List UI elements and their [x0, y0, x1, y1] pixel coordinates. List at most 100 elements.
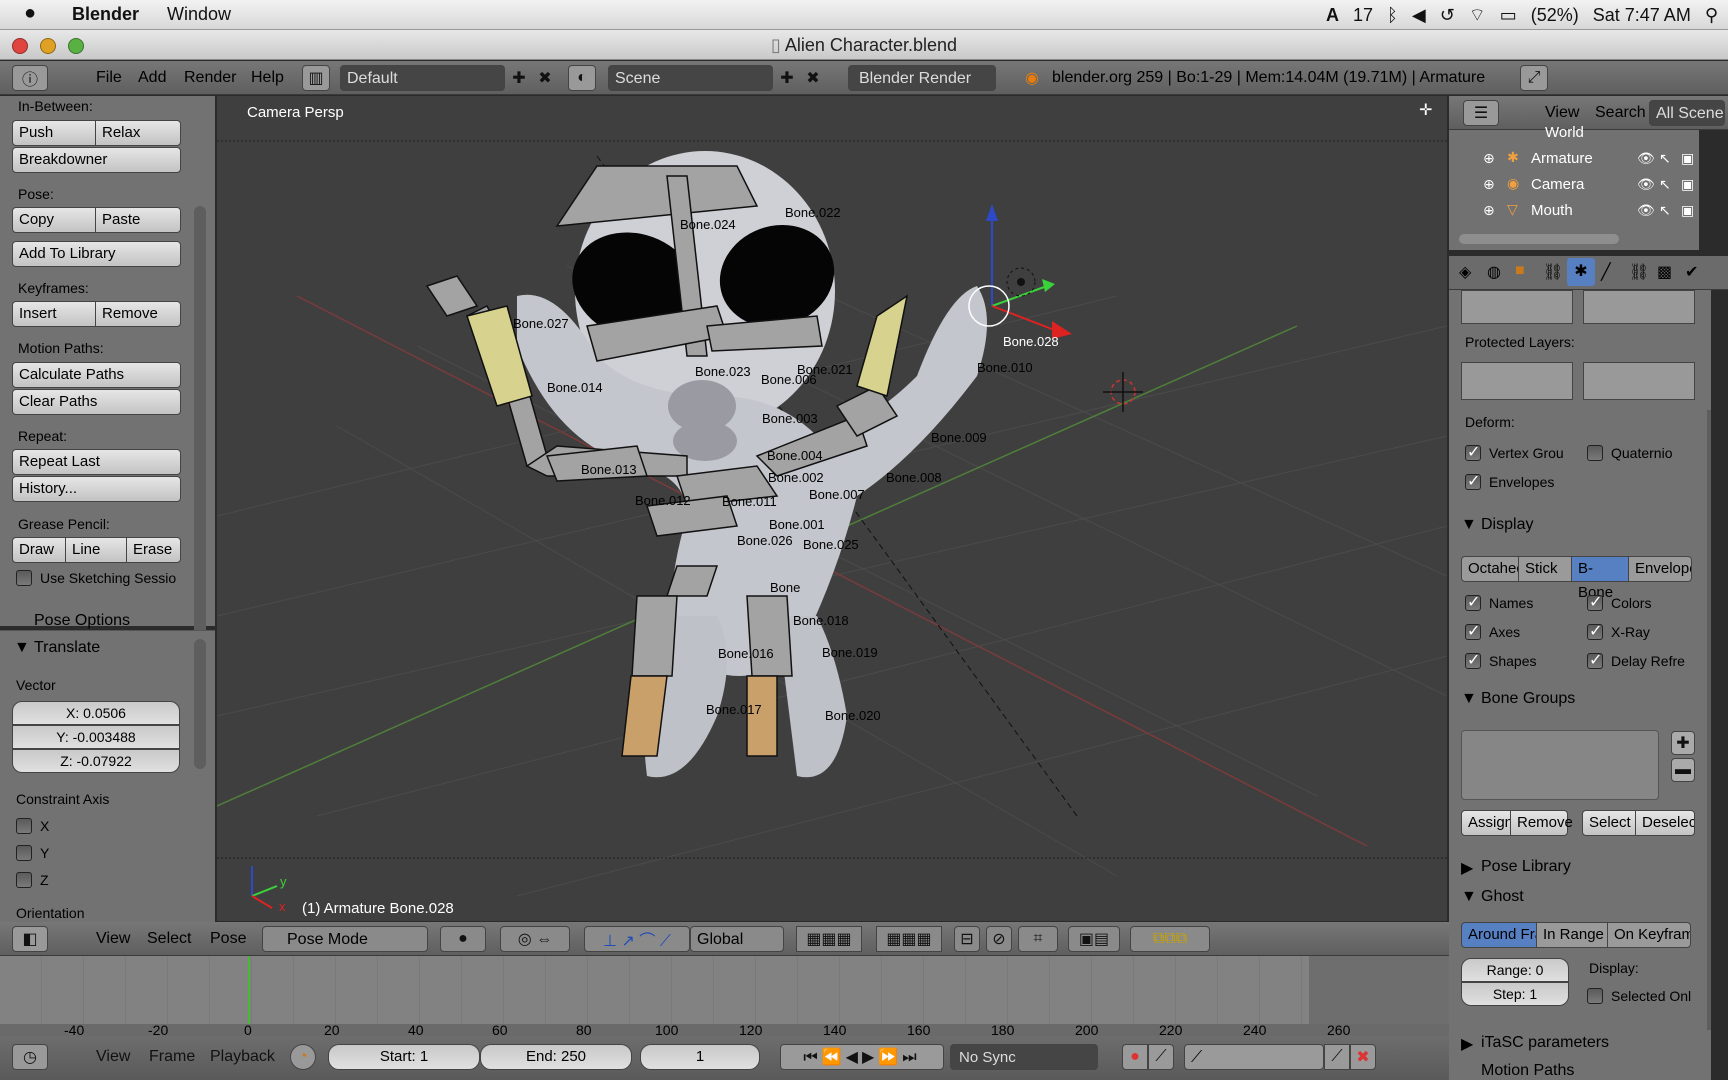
outliner-hscroll[interactable]: [1459, 234, 1619, 244]
sync-select[interactable]: No Sync: [950, 1044, 1098, 1070]
tab-armature-icon[interactable]: ✱: [1567, 258, 1595, 286]
viewport-plus-icon[interactable]: ✛: [1419, 100, 1432, 120]
outliner-editor-icon[interactable]: ☰: [1463, 100, 1499, 126]
names-checkbox[interactable]: [1465, 592, 1481, 612]
time-machine-icon[interactable]: ↺: [1440, 5, 1455, 26]
timeline[interactable]: -40 -20 0 20 40 60 80 100 120 140 160 18…: [0, 956, 1449, 1042]
visibility-icon[interactable]: 👁: [1637, 202, 1655, 219]
tab-physics-icon[interactable]: ✔: [1685, 262, 1698, 282]
ghost-range-field[interactable]: Range: 0: [1461, 958, 1569, 982]
clear-paths-button[interactable]: Clear Paths: [12, 389, 181, 415]
start-frame-field[interactable]: Start: 1: [328, 1044, 480, 1070]
remove-bone-group-icon[interactable]: ▬: [1671, 758, 1695, 782]
properties-scrollbar[interactable]: [1707, 410, 1711, 1030]
itasc-title[interactable]: iTaSC parameters: [1481, 1034, 1609, 1052]
deselect-button[interactable]: Deselec: [1635, 810, 1695, 836]
battery-icon[interactable]: ▭: [1500, 5, 1517, 26]
timeline-editor-icon[interactable]: ◷: [12, 1044, 48, 1070]
render-icon[interactable]: ▣: [1681, 150, 1694, 167]
add-to-library-button[interactable]: Add To Library: [12, 241, 181, 267]
layers-icon[interactable]: ▦▦▦: [796, 926, 862, 952]
outliner-item-camera[interactable]: Camera: [1531, 176, 1584, 193]
current-frame-field[interactable]: 1: [640, 1044, 760, 1070]
delay-refresh-checkbox[interactable]: [1587, 650, 1603, 670]
grease-erase-button[interactable]: Erase: [126, 537, 181, 563]
outliner-item-mouth[interactable]: Mouth: [1531, 202, 1573, 219]
layout-field[interactable]: Default: [340, 65, 505, 91]
display-envelope-button[interactable]: Envelope: [1628, 556, 1692, 582]
adobe-icon[interactable]: A: [1326, 5, 1339, 26]
manipulator-icons[interactable]: ⊥ ↗ ⌒ ⟋: [584, 926, 690, 952]
spotlight-icon[interactable]: ⚲: [1705, 5, 1718, 26]
zoom-button[interactable]: [68, 38, 84, 54]
timeline-menu-frame[interactable]: Frame: [149, 1048, 195, 1066]
layers-grid-top2[interactable]: [1583, 290, 1695, 324]
menu-render[interactable]: Render: [184, 63, 236, 93]
bone-groups-list[interactable]: [1461, 730, 1659, 800]
render-icons[interactable]: ▣▤: [1068, 926, 1120, 952]
pose-library-expand-icon[interactable]: ▶: [1461, 858, 1473, 878]
select-icon[interactable]: ↖: [1659, 150, 1671, 167]
select-icon[interactable]: ↖: [1659, 202, 1671, 219]
playback-controls[interactable]: ⏮⏪◀▶⏩⏭: [780, 1044, 944, 1070]
outliner-row-armature[interactable]: ⊕ ✱ Armature 👁 ↖ ▣: [1449, 148, 1699, 172]
bluetooth-icon[interactable]: ᛒ: [1387, 5, 1398, 26]
tab-constraints-icon[interactable]: ⛓: [1543, 262, 1563, 282]
snap-icon[interactable]: ⌗: [1018, 926, 1058, 952]
keying-icon[interactable]: ⟋: [1148, 1044, 1174, 1070]
visibility-icon[interactable]: 👁: [1637, 150, 1655, 167]
mode-select[interactable]: Pose Mode: [262, 926, 428, 952]
bone-groups-expand-icon[interactable]: ▼: [1461, 690, 1477, 708]
colors-checkbox[interactable]: [1587, 592, 1603, 612]
operator-scrollbar[interactable]: [194, 639, 206, 769]
copy-pose-button[interactable]: Copy: [12, 207, 96, 233]
use-sketching-checkbox[interactable]: [16, 570, 32, 586]
menu-help[interactable]: Help: [251, 63, 284, 93]
ghost-step-field[interactable]: Step: 1: [1461, 982, 1569, 1006]
tab-bone-constraints-icon[interactable]: ⛓: [1629, 262, 1649, 282]
outliner-item-armature[interactable]: Armature: [1531, 150, 1593, 167]
pose-copy-icons[interactable]: ⧉⧉⧉: [1130, 926, 1210, 952]
motion-paths-title[interactable]: Motion Paths: [1481, 1062, 1574, 1076]
push-button[interactable]: Push: [12, 120, 96, 146]
expand-icon[interactable]: ⊕: [1483, 176, 1495, 193]
insert-keyframe-icon[interactable]: ⟋: [1324, 1044, 1350, 1070]
outliner-row-camera[interactable]: ⊕ ◉ Camera 👁 ↖ ▣: [1449, 174, 1699, 198]
status-17[interactable]: 17: [1353, 5, 1373, 26]
remove-scene-icon[interactable]: ✖: [800, 65, 826, 91]
pose-library-title[interactable]: Pose Library: [1481, 858, 1571, 876]
timeline-menu-view[interactable]: View: [96, 1048, 130, 1066]
wifi-icon[interactable]: ⌔: [1469, 4, 1486, 27]
pose-lock-icon[interactable]: ⊟: [954, 926, 980, 952]
preview-range-icon[interactable]: ◔: [290, 1044, 316, 1070]
outliner-item-world[interactable]: World: [1545, 124, 1584, 141]
add-bone-group-icon[interactable]: ✚: [1671, 731, 1695, 755]
paste-pose-button[interactable]: Paste: [95, 207, 181, 233]
protected-layers-grid[interactable]: [1461, 362, 1573, 400]
menu-select[interactable]: Select: [147, 924, 191, 954]
tab-render-icon[interactable]: ◈: [1459, 262, 1471, 282]
toolshelf-scrollbar[interactable]: [194, 206, 206, 676]
close-button[interactable]: [12, 38, 28, 54]
shapes-checkbox[interactable]: [1465, 650, 1481, 670]
xray-checkbox[interactable]: [1587, 621, 1603, 641]
display-bbone-button[interactable]: B-Bone: [1571, 556, 1629, 601]
orientation-select[interactable]: Global: [690, 926, 784, 952]
vertex-groups-checkbox[interactable]: [1465, 442, 1481, 462]
scene-icon[interactable]: ◐: [568, 65, 596, 91]
proportional-icon[interactable]: ⊘: [986, 926, 1012, 952]
itasc-expand-icon[interactable]: ▶: [1461, 1034, 1473, 1054]
expand-icon[interactable]: ⊕: [1483, 150, 1495, 167]
outliner-menu-search[interactable]: Search: [1595, 98, 1646, 128]
volume-icon[interactable]: ◀: [1412, 5, 1426, 26]
clock[interactable]: Sat 7:47 AM: [1593, 5, 1691, 26]
timeline-menu-playback[interactable]: Playback: [210, 1048, 275, 1066]
minimize-button[interactable]: [40, 38, 56, 54]
grease-draw-button[interactable]: Draw: [12, 537, 66, 563]
apple-icon[interactable]: ●: [24, 2, 36, 25]
tab-bone-icon[interactable]: ╱: [1601, 262, 1611, 282]
breakdowner-button[interactable]: Breakdowner: [12, 147, 181, 173]
vector-z-field[interactable]: Z: -0.07922: [12, 749, 180, 773]
menu-file[interactable]: File: [96, 63, 122, 93]
display-octahedral-button[interactable]: Octahec: [1461, 556, 1519, 582]
